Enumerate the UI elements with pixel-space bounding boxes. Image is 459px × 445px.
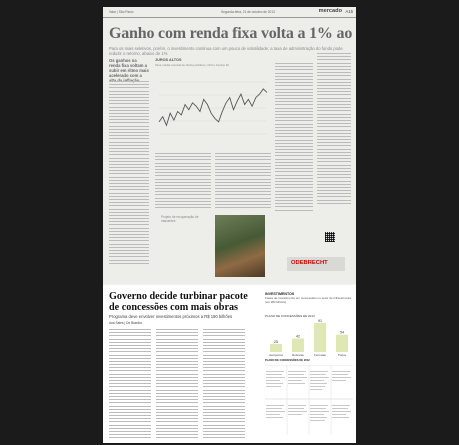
column-text-1 — [109, 81, 149, 266]
date-line: Segunda-feira, 21 de outubro de 2013 — [221, 10, 275, 14]
rate-chart-svg — [158, 81, 268, 135]
top-headline: Ganho com renda fixa volta a 1% ao mês — [109, 25, 356, 42]
header-rule — [103, 17, 356, 18]
rate-chart: JUROS ALTOS Taxa média mensal de títulos… — [155, 58, 271, 150]
column-text-3 — [215, 153, 271, 210]
column-text-5 — [317, 53, 351, 206]
ad-logo: ODEBRECHT — [287, 257, 345, 271]
table-title: PLANO DE CONCESSÕES DE 2012 — [265, 359, 310, 362]
bar-category-label: Portos — [338, 353, 347, 357]
bar — [313, 322, 327, 352]
bottom-column-3 — [203, 329, 245, 441]
bar — [269, 344, 283, 352]
ad-caption: Projeto de recuperação de nascentes — [161, 215, 199, 223]
bottom-column-2 — [156, 329, 198, 441]
ad-photo — [215, 215, 265, 277]
section-name: mercado — [318, 8, 342, 14]
bar-value-label: 25 — [274, 340, 278, 344]
infographic-box: INVESTIMENTOS Fases de investimento em c… — [265, 292, 353, 443]
infobox-subtitle: Fases de investimento em concessões no s… — [265, 296, 352, 304]
page-number: A15 — [345, 9, 353, 14]
bottom-headline: Governo decide turbinar pacote de conces… — [109, 291, 248, 313]
column-text-2 — [155, 153, 211, 210]
bottom-column-1 — [109, 329, 151, 441]
rate-chart-title: JUROS ALTOS — [155, 58, 182, 62]
bar-value-label: 42 — [296, 335, 300, 339]
newspaper-page: Valor | São Paulo Segunda-feira, 21 de o… — [103, 7, 356, 443]
qr-code-icon — [325, 232, 335, 242]
ad-logo-text: ODEBRECHT — [291, 260, 328, 266]
top-section: Valor | São Paulo Segunda-feira, 21 de o… — [103, 7, 356, 284]
concession-bar-chart: 25 Aeroportos 42 Rodovias 91 Ferrovias 54 Porto… — [269, 319, 349, 357]
bottom-subhead: Programa deve envolver investimentos pró… — [109, 314, 233, 319]
top-lead: Os ganhos na renda fixa voltam a subir e… — [109, 58, 149, 83]
bar — [291, 338, 305, 352]
rate-chart-subtitle: Taxa média mensal de títulos públicos, C… — [155, 63, 229, 67]
bar-category-label: Ferrovias — [314, 353, 326, 357]
rate-series-line — [158, 88, 268, 127]
bar-category-label: Rodovias — [292, 353, 304, 357]
bottom-byline: Ana Sales | De Brasília — [109, 321, 142, 325]
left-folio: Valor | São Paulo — [109, 10, 134, 14]
concession-table — [265, 364, 353, 435]
bar-category-label: Aeroportos — [269, 353, 283, 357]
bar — [335, 334, 349, 352]
bar-value-label: 54 — [340, 331, 344, 335]
top-subhead: Para os mais seletivos, porém, o investi… — [109, 46, 343, 56]
table-grid — [265, 364, 353, 435]
column-text-4 — [275, 63, 313, 213]
bar-value-label: 91 — [318, 319, 322, 323]
